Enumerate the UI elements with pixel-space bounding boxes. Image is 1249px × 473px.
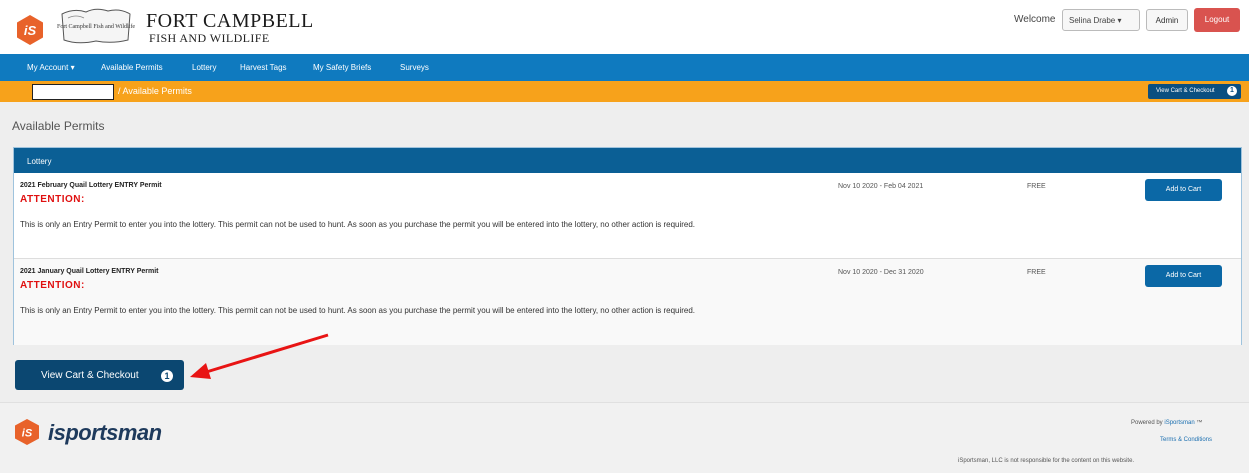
- checkout-label: View Cart & Checkout: [41, 370, 139, 381]
- nav-harvest-tags[interactable]: Harvest Tags: [240, 63, 287, 72]
- redacted-breadcrumb-link[interactable]: [32, 84, 114, 100]
- permit-name: 2021 January Quail Lottery ENTRY Permit: [20, 268, 159, 275]
- fort-campbell-badge-icon: Fort Campbell Fish and Wildlife: [57, 8, 135, 44]
- add-to-cart-button[interactable]: Add to Cart: [1145, 265, 1222, 287]
- breadcrumb-current: / Available Permits: [118, 86, 192, 96]
- powered-prefix: Powered by: [1131, 420, 1163, 426]
- view-cart-top-label: View Cart & Checkout: [1156, 88, 1215, 94]
- svg-text:Fort Campbell Fish and Wildlif: Fort Campbell Fish and Wildlife: [57, 23, 135, 30]
- permit-row: 2021 February Quail Lottery ENTRY Permit…: [14, 173, 1241, 258]
- svg-text:iS: iS: [22, 428, 33, 440]
- permit-dates: Nov 10 2020 - Feb 04 2021: [838, 183, 924, 190]
- logout-button[interactable]: Logout: [1194, 8, 1240, 32]
- permit-description: This is only an Entry Permit to enter yo…: [20, 220, 696, 229]
- permit-price: FREE: [1027, 269, 1046, 276]
- lottery-panel: Lottery 2021 February Quail Lottery ENTR…: [13, 147, 1242, 345]
- permit-row: 2021 January Quail Lottery ENTRY Permit …: [14, 258, 1241, 345]
- terms-link[interactable]: Terms & Conditions: [1160, 437, 1212, 443]
- view-cart-top-button[interactable]: View Cart & Checkout 1: [1148, 84, 1241, 99]
- isportsman-footer-logo-icon[interactable]: iS: [13, 418, 41, 446]
- nav-surveys[interactable]: Surveys: [400, 63, 429, 72]
- breadcrumb-current-label: Available Permits: [122, 86, 192, 96]
- nav-my-account[interactable]: My Account ▾: [27, 63, 75, 72]
- page-title: Available Permits: [12, 119, 105, 133]
- attention-label: ATTENTION:: [20, 280, 85, 291]
- isportsman-logo-icon[interactable]: iS: [14, 14, 46, 46]
- permit-description: This is only an Entry Permit to enter yo…: [20, 306, 696, 315]
- cart-count-badge: 1: [1227, 86, 1237, 96]
- powered-by: Powered by iSportsman ™: [1131, 420, 1202, 426]
- welcome-label: Welcome: [1014, 14, 1056, 25]
- nav-available-permits[interactable]: Available Permits: [101, 63, 163, 72]
- nav-safety-briefs[interactable]: My Safety Briefs: [313, 63, 371, 72]
- checkout-count-badge: 1: [161, 370, 173, 382]
- view-cart-checkout-button[interactable]: View Cart & Checkout 1: [15, 360, 184, 390]
- permit-name: 2021 February Quail Lottery ENTRY Permit: [20, 182, 162, 189]
- trademark: ™: [1196, 420, 1203, 426]
- footer-disclaimer: iSportsman, LLC is not responsible for t…: [958, 458, 1135, 464]
- powered-link[interactable]: iSportsman: [1164, 420, 1194, 426]
- footer-brand: isportsman: [48, 420, 162, 445]
- add-to-cart-button[interactable]: Add to Cart: [1145, 179, 1222, 201]
- nav-lottery[interactable]: Lottery: [192, 63, 216, 72]
- permit-dates: Nov 10 2020 - Dec 31 2020: [838, 269, 924, 276]
- admin-button[interactable]: Admin: [1146, 9, 1188, 31]
- attention-label: ATTENTION:: [20, 194, 85, 205]
- panel-title: Lottery: [14, 148, 1241, 173]
- breadcrumb-separator: /: [118, 86, 121, 96]
- site-subtitle: FISH AND WILDLIFE: [149, 31, 270, 45]
- site-title: FORT CAMPBELL: [146, 10, 314, 32]
- permit-price: FREE: [1027, 183, 1046, 190]
- user-menu-dropdown[interactable]: Selina Drabe ▾: [1062, 9, 1140, 31]
- svg-text:iS: iS: [24, 23, 37, 38]
- main-nav: My Account ▾ Available Permits Lottery H…: [0, 54, 1249, 81]
